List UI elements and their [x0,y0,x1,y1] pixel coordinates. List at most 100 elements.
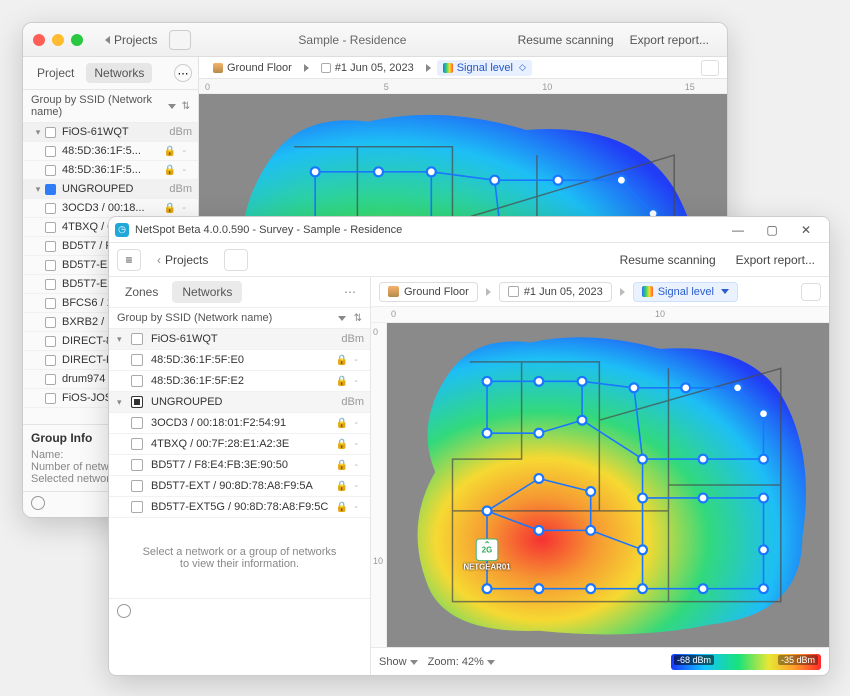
network-group-header[interactable]: ▾FiOS-61WQTdBm [109,329,370,350]
zoom-level[interactable]: Zoom: 42% [428,656,495,668]
crumb-date[interactable]: #1 Jun 05, 2023 [499,282,612,302]
group-by-label: Group by SSID (Network name) [31,94,168,118]
sort-icon[interactable]: ⇅ [182,101,190,112]
projects-back-label: Projects [114,33,157,47]
signal-legend: -68 dBm -35 dBm [671,654,821,670]
legend-min: -68 dBm [674,655,714,665]
gear-icon[interactable] [31,496,45,510]
chevron-down-icon[interactable] [168,104,176,109]
status-bar: Show Zoom: 42% -68 dBm -35 dBm [371,647,829,675]
sort-icon[interactable]: ⇅ [354,313,362,324]
tab-project[interactable]: Project [29,63,82,83]
resume-scanning-button[interactable]: Resume scanning [510,33,622,47]
sliders-icon[interactable] [701,60,719,76]
network-row[interactable]: 48:5D:36:1F:5F:E2🔒- [109,371,370,392]
floor-icon [213,63,223,73]
chevron-down-icon [721,289,729,294]
lock-icon: 🔒 [336,355,348,366]
lock-icon: 🔒 [336,481,348,492]
network-group-header[interactable]: ▾FiOS-61WQTdBm [23,123,198,142]
network-group-header[interactable]: ▾UNGROUPEDdBm [23,180,198,199]
window-title: NetSpot Beta 4.0.0.590 - Survey - Sample… [135,224,721,236]
maximize-button[interactable]: ▢ [755,223,789,237]
win-titlebar: ◷ NetSpot Beta 4.0.0.590 - Survey - Samp… [109,217,829,243]
export-report-button[interactable]: Export report... [730,251,821,269]
lock-icon: 🔒 [164,146,176,157]
crumb-date[interactable]: #1 Jun 05, 2023 [315,60,420,76]
lock-icon: 🔒 [336,460,348,471]
network-row[interactable]: 4TBXQ / 00:7F:28:E1:A2:3E🔒- [109,434,370,455]
ruler-vertical: 0 10 [371,323,387,647]
breadcrumb: Ground Floor #1 Jun 05, 2023 Signal leve… [371,277,829,307]
chevron-right-icon [486,288,491,296]
chevron-down-icon [487,660,495,665]
lock-icon: 🔒 [336,418,348,429]
mac-titlebar: Projects Sample - Residence Resume scann… [23,23,727,57]
app-icon: ◷ [115,223,129,237]
svg-text:NETGEAR01: NETGEAR01 [464,562,512,571]
heatmap-canvas[interactable]: 2G⌃NETGEAR01 [387,323,829,647]
ruler-horizontal: 0 5 10 15 [199,79,727,93]
group-by-label: Group by SSID (Network name) [117,312,338,324]
signal-icon [642,286,653,297]
gear-icon[interactable] [117,604,131,618]
tab-networks[interactable]: Networks [86,63,152,83]
win-sidebar: Zones Networks ⋯ Group by SSID (Network … [109,277,371,675]
traffic-lights [33,34,83,46]
heatmap-svg: 2G⌃NETGEAR01 [387,323,829,647]
tab-zones[interactable]: Zones [115,281,168,303]
lock-icon: 🔒 [336,502,348,513]
calendar-icon [508,286,519,297]
network-row[interactable]: 48:5D:36:1F:5F:E0🔒- [109,350,370,371]
network-row[interactable]: BD5T7 / F8:E4:FB:3E:90:50🔒- [109,455,370,476]
projects-back-button[interactable]: ‹Projects [149,251,216,269]
network-row[interactable]: BD5T7-EXT5G / 90:8D:78:A8:F9:5C🔒- [109,497,370,518]
win-toolbar: ≡ ‹Projects Resume scanning Export repor… [109,243,829,277]
crumb-signal[interactable]: Signal level◇ [437,60,532,76]
projects-back-button[interactable]: Projects [97,31,165,49]
heatmap-stage: 0 10 2G⌃NETGEAR01 [371,323,829,647]
lock-icon: 🔒 [164,165,176,176]
menu-button[interactable]: ≡ [117,249,141,271]
lock-icon: 🔒 [164,203,176,214]
zoom-icon[interactable] [71,34,83,46]
hint-text: Select a network or a group of networks … [109,518,370,598]
sidebar-toggle-button[interactable] [169,30,191,50]
floor-icon [388,286,399,297]
lock-icon: 🔒 [336,439,348,450]
more-icon[interactable]: ⋯ [338,283,364,301]
show-button[interactable]: Show [379,656,418,668]
signal-icon [443,63,453,73]
network-row[interactable]: BD5T7-EXT / 90:8D:78:A8:F9:5A🔒- [109,476,370,497]
lock-icon: 🔒 [336,376,348,387]
chevron-right-icon [304,64,309,72]
window-title: Sample - Residence [195,33,509,47]
resume-scanning-button[interactable]: Resume scanning [614,251,722,269]
network-group-header[interactable]: ▾UNGROUPEDdBm [109,392,370,413]
win-main: Ground Floor #1 Jun 05, 2023 Signal leve… [371,277,829,675]
calendar-icon [321,63,331,73]
sidebar-toggle-button[interactable] [224,249,248,271]
more-icon[interactable]: ⋯ [174,64,192,82]
crumb-signal[interactable]: Signal level [633,282,738,302]
breadcrumb: Ground Floor #1 Jun 05, 2023 Signal leve… [199,57,727,79]
network-row[interactable]: 3OCD3 / 00:18:01:F2:54:91🔒- [109,413,370,434]
chevron-down-icon[interactable] [338,316,346,321]
network-row[interactable]: 48:5D:36:1F:5...🔒- [23,142,198,161]
ruler-horizontal: 0 10 [371,307,829,323]
tab-networks[interactable]: Networks [172,281,242,303]
win-window: ◷ NetSpot Beta 4.0.0.590 - Survey - Samp… [108,216,830,676]
close-button[interactable]: ✕ [789,223,823,237]
chevron-down-icon [410,660,418,665]
minimize-icon[interactable] [52,34,64,46]
chevron-right-icon [426,64,431,72]
svg-text:⌃: ⌃ [484,540,491,549]
minimize-button[interactable]: — [721,223,755,237]
sliders-icon[interactable] [801,283,821,301]
crumb-floor[interactable]: Ground Floor [207,60,298,76]
crumb-floor[interactable]: Ground Floor [379,282,478,302]
export-report-button[interactable]: Export report... [622,33,717,47]
chevron-right-icon [620,288,625,296]
network-row[interactable]: 48:5D:36:1F:5...🔒- [23,161,198,180]
close-icon[interactable] [33,34,45,46]
